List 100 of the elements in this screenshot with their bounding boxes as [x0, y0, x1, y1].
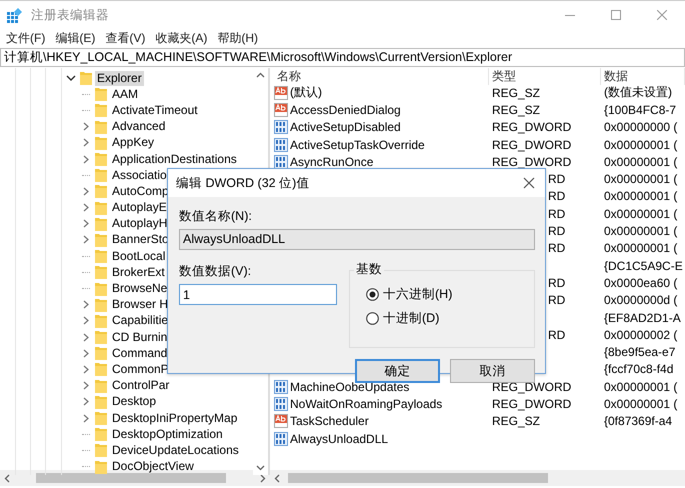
column-header[interactable]: 数据 — [601, 68, 685, 85]
tree-item[interactable]: AutoplayH — [110, 216, 170, 232]
tree-item[interactable]: Capabilitie — [110, 313, 170, 328]
tree-item[interactable]: Command — [110, 346, 170, 361]
tree-item[interactable]: AAM — [110, 86, 140, 102]
scrollbar-thumb[interactable] — [288, 473, 548, 483]
value-name[interactable]: ActiveSetupTaskOverride — [290, 138, 425, 152]
folder-icon — [95, 136, 107, 150]
folder-icon — [95, 103, 107, 118]
value-type: REG_DWORD — [491, 154, 572, 169]
menu-item[interactable]: 编辑(E) — [53, 30, 98, 46]
binary-value-icon — [274, 432, 288, 446]
tree-item[interactable]: CD Burnin — [110, 330, 170, 345]
radio-button[interactable] — [366, 312, 379, 324]
address-bar[interactable]: 计算机\HKEY_LOCAL_MACHINE\SOFTWARE\Microsoft\Windows\CurrentVersion\Explorer — [0, 48, 685, 67]
value-name[interactable]: (默认) — [290, 84, 322, 102]
field-label: 数值名称(N): — [179, 208, 253, 225]
window-title: 注册表编辑器 — [31, 6, 110, 24]
value-data: 0x00000001 ( — [603, 241, 678, 256]
value-data-field[interactable]: 1 — [179, 284, 337, 305]
dialog-button[interactable]: 取消 — [450, 359, 535, 383]
menu-item[interactable]: 收藏夹(A) — [153, 30, 210, 46]
folder-icon — [95, 120, 107, 134]
value-data: 0x00000001 ( — [603, 189, 678, 204]
maximize-icon[interactable] — [611, 10, 621, 20]
tree-item[interactable]: AutoplayE — [110, 200, 169, 216]
dialog-button[interactable]: 确定 — [355, 359, 440, 383]
value-data: 0x00000002 ( — [603, 328, 678, 342]
tree-item[interactable]: ApplicationDestinations — [110, 152, 239, 167]
tree-item[interactable]: BootLocal — [110, 248, 168, 264]
value-data: 0x00000001 ( — [603, 154, 678, 169]
tree-item[interactable]: Desktop — [110, 394, 158, 410]
menu-item[interactable]: 文件(F) — [4, 30, 48, 46]
scroll-down-icon[interactable] — [256, 464, 265, 471]
folder-icon — [95, 346, 107, 360]
folder-icon — [95, 216, 107, 231]
tree-item[interactable]: Explorer — [95, 70, 144, 86]
value-type: RD — [547, 241, 566, 256]
value-data: 0x00000001 ( — [603, 396, 678, 411]
tree-item[interactable]: BrowseNe — [110, 281, 170, 296]
scroll-up-icon[interactable] — [256, 72, 265, 78]
folder-icon — [95, 265, 107, 280]
value-data: 0x00000001 ( — [603, 172, 678, 186]
folder-icon — [95, 394, 107, 409]
tree-item[interactable]: AppKey — [110, 135, 156, 150]
tree-item[interactable]: BrokerExt — [110, 264, 167, 280]
folder-icon — [80, 71, 92, 86]
folder-icon — [95, 152, 107, 166]
tree-item[interactable]: DesktopOptimization — [110, 426, 225, 442]
tree-item[interactable]: ControlPar — [110, 378, 172, 394]
value-name[interactable]: TaskScheduler — [290, 414, 369, 428]
folder-icon — [95, 460, 107, 474]
tree-item[interactable]: CommonP — [110, 362, 171, 377]
value-type: RD — [547, 189, 566, 204]
column-header[interactable]: 名称 — [274, 68, 489, 85]
value-data: 0x00000001 ( — [603, 224, 678, 238]
value-name[interactable]: AsyncRunOnce — [290, 154, 374, 169]
folder-icon — [95, 330, 107, 344]
radio-label[interactable]: 十进制(D) — [383, 310, 440, 326]
menu-item[interactable]: 查看(V) — [103, 30, 148, 46]
scrollbar-thumb[interactable] — [36, 473, 226, 483]
tree-item[interactable]: DocObjectView — [110, 459, 196, 474]
value-data: {100B4FC8-7 — [603, 102, 676, 117]
folder-icon — [95, 314, 107, 328]
tree-item[interactable]: ActivateTimeout — [110, 102, 200, 118]
value-type: REG_SZ — [491, 102, 540, 117]
scroll-left-icon[interactable] — [4, 474, 10, 482]
value-name[interactable]: ActiveSetupDisabled — [290, 120, 401, 134]
scroll-left-icon[interactable] — [274, 474, 280, 482]
value-name[interactable]: AlwaysUnloadDLL — [290, 432, 388, 446]
registry-app-icon — [7, 7, 23, 23]
binary-value-icon — [274, 120, 288, 134]
binary-value-icon — [274, 138, 288, 152]
radio-label[interactable]: 十六进制(H) — [383, 286, 452, 302]
value-type: REG_DWORD — [491, 120, 572, 134]
folder-icon — [95, 443, 107, 458]
tree-item[interactable]: BannerSto — [110, 232, 171, 248]
radio-button[interactable] — [366, 288, 379, 300]
value-type: RD — [547, 206, 566, 221]
tree-item[interactable]: Advanced — [110, 119, 168, 134]
close-icon[interactable] — [523, 177, 535, 189]
folder-icon — [95, 427, 107, 442]
value-name[interactable]: AccessDeniedDialog — [290, 102, 401, 117]
tree-item[interactable]: DesktopIniPropertyMap — [110, 410, 240, 426]
column-header[interactable]: 类型 — [489, 68, 601, 85]
value-name[interactable]: NoWaitOnRoamingPayloads — [290, 396, 442, 411]
tree-item[interactable]: Browser H — [110, 297, 170, 312]
folder-icon — [95, 200, 107, 215]
menu-item[interactable]: 帮助(H) — [215, 30, 260, 46]
scroll-right-icon[interactable] — [260, 474, 266, 482]
value-type: REG_SZ — [491, 86, 540, 100]
value-type: REG_DWORD — [491, 396, 572, 411]
group-label: 基数 — [354, 261, 384, 278]
string-value-icon — [274, 102, 288, 117]
string-value-icon — [274, 414, 288, 428]
value-data: 0x00000001 ( — [603, 138, 678, 152]
value-type: REG_DWORD — [491, 138, 572, 152]
tree-item[interactable]: AutoComp — [110, 184, 171, 199]
tree-item[interactable]: Associatio — [110, 168, 169, 183]
tree-item[interactable]: DeviceUpdateLocations — [110, 442, 241, 458]
